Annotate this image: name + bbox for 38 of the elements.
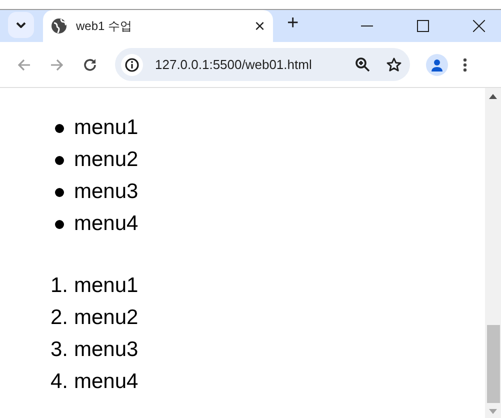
list-number: 4. (49, 370, 69, 394)
browser-tab[interactable]: web1 수업 × (43, 10, 273, 42)
forward-icon[interactable] (50, 58, 64, 72)
list-item-text: menu3 (74, 180, 138, 204)
close-icon[interactable] (473, 20, 485, 32)
list-item-text: menu3 (74, 338, 138, 362)
tab-title: web1 수업 (76, 18, 134, 34)
menu-icon[interactable] (463, 58, 467, 72)
list-item-text: menu1 (74, 274, 138, 298)
list-item-text: menu4 (74, 212, 138, 236)
tab-search-button[interactable] (8, 12, 34, 38)
back-icon[interactable] (17, 58, 31, 72)
zoom-icon[interactable] (355, 57, 370, 72)
profile-avatar-icon[interactable] (426, 54, 448, 76)
address-bar[interactable]: 127.0.0.1:5500/web01.html (115, 48, 410, 81)
url-text: 127.0.0.1:5500/web01.html (155, 57, 313, 72)
list-item-text: menu1 (74, 116, 138, 140)
bullet-icon (55, 220, 64, 228)
globe-icon (51, 18, 67, 34)
list-number: 1. (49, 274, 69, 298)
reload-icon[interactable] (83, 58, 97, 72)
close-tab-button[interactable]: × (254, 17, 265, 35)
new-tab-button[interactable]: + (287, 13, 299, 33)
list-item-text: menu2 (74, 306, 138, 330)
star-icon[interactable] (386, 56, 402, 72)
bullet-icon (55, 156, 64, 164)
scroll-up-icon[interactable] (489, 94, 497, 99)
list-number: 3. (49, 338, 69, 362)
scrollbar-thumb[interactable] (486, 325, 500, 403)
chevron-down-icon (16, 22, 26, 28)
list-item-text: menu2 (74, 148, 138, 172)
bullet-icon (55, 124, 64, 132)
list-number: 2. (49, 306, 69, 330)
maximize-icon[interactable] (417, 20, 429, 32)
list-item-text: menu4 (74, 370, 138, 394)
site-info-icon[interactable] (121, 54, 143, 76)
bullet-icon (55, 188, 64, 196)
scrollbar[interactable] (485, 88, 501, 418)
